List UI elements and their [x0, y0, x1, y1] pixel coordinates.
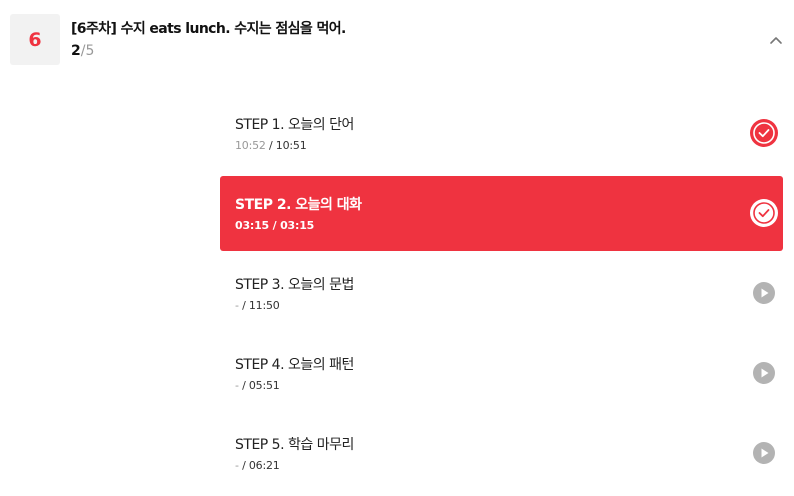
step-total-time: / 06:21	[238, 459, 280, 472]
step-time: - / 11:50	[235, 299, 280, 312]
week-number-badge: 6	[10, 14, 60, 65]
step-current-time: 10:52	[235, 139, 266, 152]
step-current-time: 03:15	[235, 219, 270, 232]
step-item-5[interactable]: STEP 5. 학습 마무리 - / 06:21	[220, 416, 783, 491]
step-total-time: / 03:15	[269, 219, 315, 232]
progress-total: /5	[80, 43, 95, 59]
week-title: [6주차] 수지 eats lunch. 수지는 점심을 먹어.	[71, 21, 346, 37]
play-circle-icon[interactable]	[749, 438, 779, 468]
week-header[interactable]: 6 [6주차] 수지 eats lunch. 수지는 점심을 먹어. 2/5	[0, 0, 794, 80]
check-circle-icon[interactable]	[749, 198, 779, 228]
step-total-time: / 10:51	[265, 139, 307, 152]
step-title: STEP 1. 오늘의 단어	[235, 117, 354, 133]
play-circle-icon[interactable]	[749, 358, 779, 388]
step-time: - / 05:51	[235, 379, 280, 392]
step-title: STEP 3. 오늘의 문법	[235, 277, 354, 293]
chevron-up-icon[interactable]	[766, 32, 786, 48]
play-circle-icon[interactable]	[749, 278, 779, 308]
step-time: 10:52 / 10:51	[235, 139, 307, 152]
step-title: STEP 5. 학습 마무리	[235, 437, 354, 453]
step-title: STEP 4. 오늘의 패턴	[235, 357, 354, 373]
step-time: - / 06:21	[235, 459, 280, 472]
step-item-1[interactable]: STEP 1. 오늘의 단어 10:52 / 10:51	[220, 96, 783, 171]
step-time: 03:15 / 03:15	[235, 219, 314, 232]
step-item-2[interactable]: STEP 2. 오늘의 대화 03:15 / 03:15	[220, 176, 783, 251]
progress-done: 2	[71, 43, 81, 59]
step-item-3[interactable]: STEP 3. 오늘의 문법 - / 11:50	[220, 256, 783, 331]
week-progress: 2/5	[71, 43, 94, 59]
step-list: STEP 1. 오늘의 단어 10:52 / 10:51 STEP 2. 오늘의…	[220, 96, 783, 496]
check-circle-icon[interactable]	[749, 118, 779, 148]
step-title: STEP 2. 오늘의 대화	[235, 197, 362, 213]
step-total-time: / 05:51	[238, 379, 280, 392]
step-total-time: / 11:50	[238, 299, 280, 312]
step-item-4[interactable]: STEP 4. 오늘의 패턴 - / 05:51	[220, 336, 783, 411]
